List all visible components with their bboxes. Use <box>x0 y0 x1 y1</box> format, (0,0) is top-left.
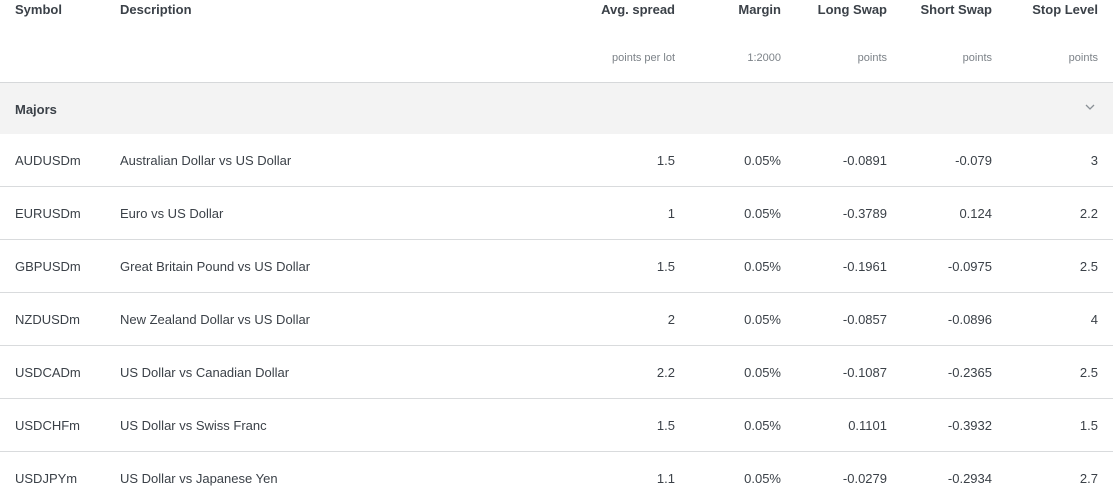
header-stop-level: Stop Level <box>1032 2 1098 17</box>
cell-stop-level: 2.2 <box>1079 206 1098 221</box>
header-description: Description <box>120 2 192 17</box>
cell-description: US Dollar vs Canadian Dollar <box>120 365 290 380</box>
unit-margin: 1:2000 <box>747 52 781 64</box>
cell-stop-level: 2.7 <box>1079 471 1098 486</box>
table-row[interactable]: GBPUSDm Great Britain Pound vs US Dollar… <box>0 240 1113 293</box>
header-long-swap: Long Swap <box>817 2 887 17</box>
cell-stop-level: 3 <box>1090 153 1098 168</box>
table-row[interactable]: EURUSDm Euro vs US Dollar 1 0.05% -0.378… <box>0 187 1113 240</box>
table-header: Symbol Description Avg. spread Margin Lo… <box>0 0 1113 83</box>
unit-spread: points per lot <box>612 52 675 64</box>
cell-symbol: GBPUSDm <box>15 259 81 274</box>
cell-spread: 2 <box>667 312 675 327</box>
cell-short-swap: -0.2934 <box>947 471 992 486</box>
cell-stop-level: 2.5 <box>1079 259 1098 274</box>
cell-long-swap: -0.0891 <box>842 153 887 168</box>
cell-symbol: USDCADm <box>15 365 81 380</box>
cell-spread: 1.1 <box>656 471 675 486</box>
table-row[interactable]: USDCHFm US Dollar vs Swiss Franc 1.5 0.0… <box>0 399 1113 452</box>
cell-spread: 1 <box>667 206 675 221</box>
cell-description: US Dollar vs Swiss Franc <box>120 418 267 433</box>
cell-spread: 2.2 <box>656 365 675 380</box>
cell-long-swap: 0.1101 <box>848 418 887 433</box>
cell-stop-level: 1.5 <box>1079 418 1098 433</box>
cell-stop-level: 4 <box>1090 312 1098 327</box>
cell-long-swap: -0.3789 <box>842 206 887 221</box>
cell-short-swap: -0.079 <box>955 153 992 168</box>
cell-short-swap: -0.3932 <box>947 418 992 433</box>
header-symbol: Symbol <box>15 2 62 17</box>
header-short-swap: Short Swap <box>920 2 992 17</box>
cell-margin: 0.05% <box>744 471 781 486</box>
cell-short-swap: -0.2365 <box>947 365 992 380</box>
cell-description: Euro vs US Dollar <box>120 206 224 221</box>
table-row[interactable]: NZDUSDm New Zealand Dollar vs US Dollar … <box>0 293 1113 346</box>
table-row[interactable]: USDJPYm US Dollar vs Japanese Yen 1.1 0.… <box>0 452 1113 504</box>
cell-short-swap: -0.0975 <box>947 259 992 274</box>
group-majors-toggle[interactable]: Majors <box>0 83 1113 134</box>
cell-long-swap: -0.0857 <box>842 312 887 327</box>
cell-symbol: EURUSDm <box>15 206 81 221</box>
cell-symbol: NZDUSDm <box>15 312 80 327</box>
header-margin: Margin <box>738 2 781 17</box>
cell-short-swap: -0.0896 <box>947 312 992 327</box>
cell-margin: 0.05% <box>744 312 781 327</box>
cell-margin: 0.05% <box>744 418 781 433</box>
cell-symbol: USDCHFm <box>15 418 80 433</box>
unit-short-swap: points <box>962 52 992 64</box>
cell-margin: 0.05% <box>744 206 781 221</box>
table-row[interactable]: USDCADm US Dollar vs Canadian Dollar 2.2… <box>0 346 1113 399</box>
cell-margin: 0.05% <box>744 259 781 274</box>
table-row[interactable]: AUDUSDm Australian Dollar vs US Dollar 1… <box>0 134 1113 187</box>
chevron-down-icon[interactable] <box>1083 100 1097 114</box>
cell-spread: 1.5 <box>656 259 675 274</box>
header-spread: Avg. spread <box>601 2 675 17</box>
table-body: AUDUSDm Australian Dollar vs US Dollar 1… <box>0 134 1113 504</box>
cell-description: Great Britain Pound vs US Dollar <box>120 259 311 274</box>
cell-symbol: AUDUSDm <box>15 153 81 168</box>
cell-description: Australian Dollar vs US Dollar <box>120 153 292 168</box>
cell-long-swap: -0.0279 <box>842 471 887 486</box>
cell-description: New Zealand Dollar vs US Dollar <box>120 312 311 327</box>
cell-spread: 1.5 <box>656 153 675 168</box>
cell-margin: 0.05% <box>744 153 781 168</box>
unit-long-swap: points <box>857 52 887 64</box>
cell-short-swap: 0.124 <box>959 206 992 221</box>
cell-description: US Dollar vs Japanese Yen <box>120 471 278 486</box>
cell-long-swap: -0.1961 <box>842 259 887 274</box>
cell-stop-level: 2.5 <box>1079 365 1098 380</box>
cell-long-swap: -0.1087 <box>842 365 887 380</box>
cell-margin: 0.05% <box>744 365 781 380</box>
instruments-table: Symbol Description Avg. spread Margin Lo… <box>0 0 1113 504</box>
cell-spread: 1.5 <box>656 418 675 433</box>
group-label: Majors <box>15 102 57 117</box>
cell-symbol: USDJPYm <box>15 471 78 486</box>
unit-stop-level: points <box>1068 52 1098 64</box>
